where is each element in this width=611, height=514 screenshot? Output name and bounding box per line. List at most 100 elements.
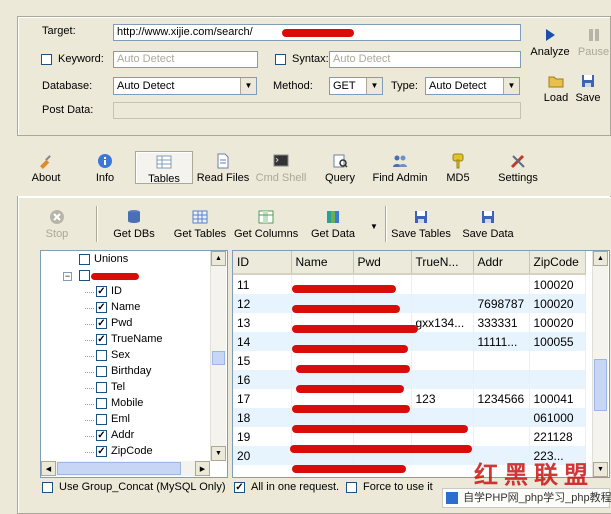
table-cell: 12 (233, 294, 292, 313)
type-select[interactable]: Auto Detect ▼ (425, 77, 520, 95)
database-icon (126, 209, 142, 225)
toolbar-cmd-shell-button[interactable]: Cmd Shell (255, 153, 307, 184)
tree-item[interactable]: Sex (41, 348, 209, 364)
toolbar-md5-button[interactable]: MD5 (443, 153, 473, 184)
tree-checkbox[interactable] (96, 350, 107, 361)
tree-checkbox[interactable] (96, 414, 107, 425)
save-button[interactable]: Save (574, 73, 602, 104)
force-checkbox[interactable] (346, 482, 357, 493)
tree-item[interactable]: Unions (41, 252, 209, 268)
toolbar-about-button[interactable]: About (30, 153, 62, 184)
chevron-down-icon[interactable]: ▼ (366, 78, 382, 94)
column-header[interactable]: Addr (473, 251, 530, 275)
tree-checkbox[interactable]: ✓ (96, 446, 107, 457)
tree-item[interactable]: ✓ Name (41, 300, 209, 316)
database-tree[interactable]: Unions − ✓ ID ✓ Name ✓ Pwd ✓ TrueName Sex Birthday T… (40, 250, 228, 478)
syntax-checkbox[interactable] (275, 54, 286, 65)
tree-checkbox[interactable]: ✓ (96, 286, 107, 297)
tree-checkbox[interactable] (79, 270, 90, 281)
tree-item[interactable]: Eml (41, 412, 209, 428)
toolbar-query-button[interactable]: Query (322, 153, 358, 184)
toolbar-info-button[interactable]: Info (90, 153, 120, 184)
chevron-down-icon[interactable]: ▼ (240, 78, 256, 94)
group-concat-label: Use Group_Concat (MySQL Only) (59, 481, 226, 493)
tree-checkbox[interactable]: ✓ (96, 318, 107, 329)
tree-item[interactable]: Mobile (41, 396, 209, 412)
tree-checkbox[interactable] (96, 366, 107, 377)
scroll-down-icon[interactable]: ▼ (593, 462, 608, 477)
table-row[interactable]: 12 7698787 100020 (233, 294, 586, 313)
tree-item[interactable]: ✓ ID (41, 284, 209, 300)
keyword-checkbox[interactable] (41, 54, 52, 65)
toolbar-read-files-button[interactable]: Read Files (196, 153, 250, 184)
keyword-input[interactable]: Auto Detect (113, 51, 258, 68)
toolbar-label: Query (325, 172, 355, 184)
save-tables-button[interactable]: Save Tables (390, 209, 452, 240)
pause-label: Pause (577, 46, 610, 58)
tree-checkbox[interactable] (96, 398, 107, 409)
table-cell: 15 (233, 351, 292, 370)
scroll-up-icon[interactable]: ▲ (593, 251, 608, 266)
tree-checkbox[interactable]: ✓ (96, 430, 107, 441)
column-header[interactable]: TrueN... (411, 251, 474, 275)
stop-button[interactable]: Stop (41, 209, 73, 240)
pause-button[interactable]: Pause (576, 27, 611, 58)
table-row[interactable]: 16 (233, 370, 586, 389)
table-cell (473, 427, 530, 446)
get-columns-button[interactable]: Get Columns (234, 209, 298, 240)
tree-checkbox[interactable]: ✓ (96, 334, 107, 345)
tree-checkbox[interactable] (96, 382, 107, 393)
table-row[interactable]: 14 11111... 100055 (233, 332, 586, 351)
scroll-down-icon[interactable]: ▼ (211, 446, 226, 461)
group-concat-checkbox[interactable] (42, 482, 53, 493)
scroll-thumb[interactable] (594, 359, 607, 411)
tree-item[interactable]: Birthday (41, 364, 209, 380)
tree-checkbox[interactable]: ✓ (96, 302, 107, 313)
toolbar-label: About (31, 172, 61, 184)
scroll-up-icon[interactable]: ▲ (211, 251, 226, 266)
grid-vertical-scrollbar[interactable]: ▲ ▼ (592, 251, 608, 477)
get-data-button[interactable]: Get Data (309, 209, 357, 240)
table-row[interactable]: 17 123 1234566 100041 (233, 389, 586, 408)
method-select[interactable]: GET ▼ (329, 77, 383, 95)
tree-item[interactable]: Tel (41, 380, 209, 396)
post-data-label: Post Data: (42, 104, 94, 116)
table-row[interactable]: 11 100020 (233, 274, 586, 294)
tree-item[interactable]: − (41, 268, 209, 284)
chevron-down-icon[interactable]: ▼ (503, 78, 519, 94)
table-cell: 20 (233, 446, 292, 465)
tree-horizontal-scrollbar[interactable]: ◀ ▶ (41, 461, 210, 476)
tree-vertical-scrollbar[interactable]: ▲ ▼ (210, 251, 226, 461)
tree-item[interactable]: ✓ Addr (41, 428, 209, 444)
scroll-thumb[interactable] (212, 351, 225, 365)
tree-item[interactable]: ✓ Pwd (41, 316, 209, 332)
database-select[interactable]: Auto Detect ▼ (113, 77, 257, 95)
scroll-left-icon[interactable]: ◀ (41, 461, 56, 476)
column-header[interactable]: Pwd (353, 251, 412, 275)
column-header[interactable]: ZipCode (529, 251, 586, 275)
table-cell: 14 (233, 332, 292, 351)
get-data-dropdown-icon[interactable]: ▼ (370, 222, 378, 231)
toolbar-settings-button[interactable]: Settings (494, 153, 542, 184)
all-in-one-checkbox[interactable]: ✓ (234, 482, 245, 493)
get-tables-button[interactable]: Get Tables (172, 209, 228, 240)
table-cell: 100020 (529, 294, 586, 313)
tree-item[interactable]: ✓ ZipCode (41, 444, 209, 460)
column-header[interactable]: Name (291, 251, 354, 275)
tree-item[interactable]: ✓ TrueName (41, 332, 209, 348)
post-data-input[interactable] (113, 102, 521, 119)
analyze-button[interactable]: Analyze (528, 27, 572, 58)
get-dbs-button[interactable]: Get DBs (110, 209, 158, 240)
column-header[interactable]: ID (233, 251, 292, 275)
save-data-button[interactable]: Save Data (461, 209, 515, 240)
toolbar-find-admin-button[interactable]: Find Admin (370, 153, 430, 184)
tree-expander-icon[interactable]: − (63, 272, 72, 281)
tree-checkbox[interactable] (79, 254, 90, 265)
scroll-hthumb[interactable] (57, 462, 181, 475)
scroll-right-icon[interactable]: ▶ (195, 461, 210, 476)
syntax-input[interactable]: Auto Detect (329, 51, 521, 68)
load-button[interactable]: Load (539, 73, 573, 104)
toolbar-tables-button[interactable]: Tables (135, 151, 193, 185)
data-grid[interactable]: ID Name Pwd TrueN... Addr ZipCode 11 100020 12 7… (232, 250, 610, 478)
folder-icon (548, 76, 564, 88)
